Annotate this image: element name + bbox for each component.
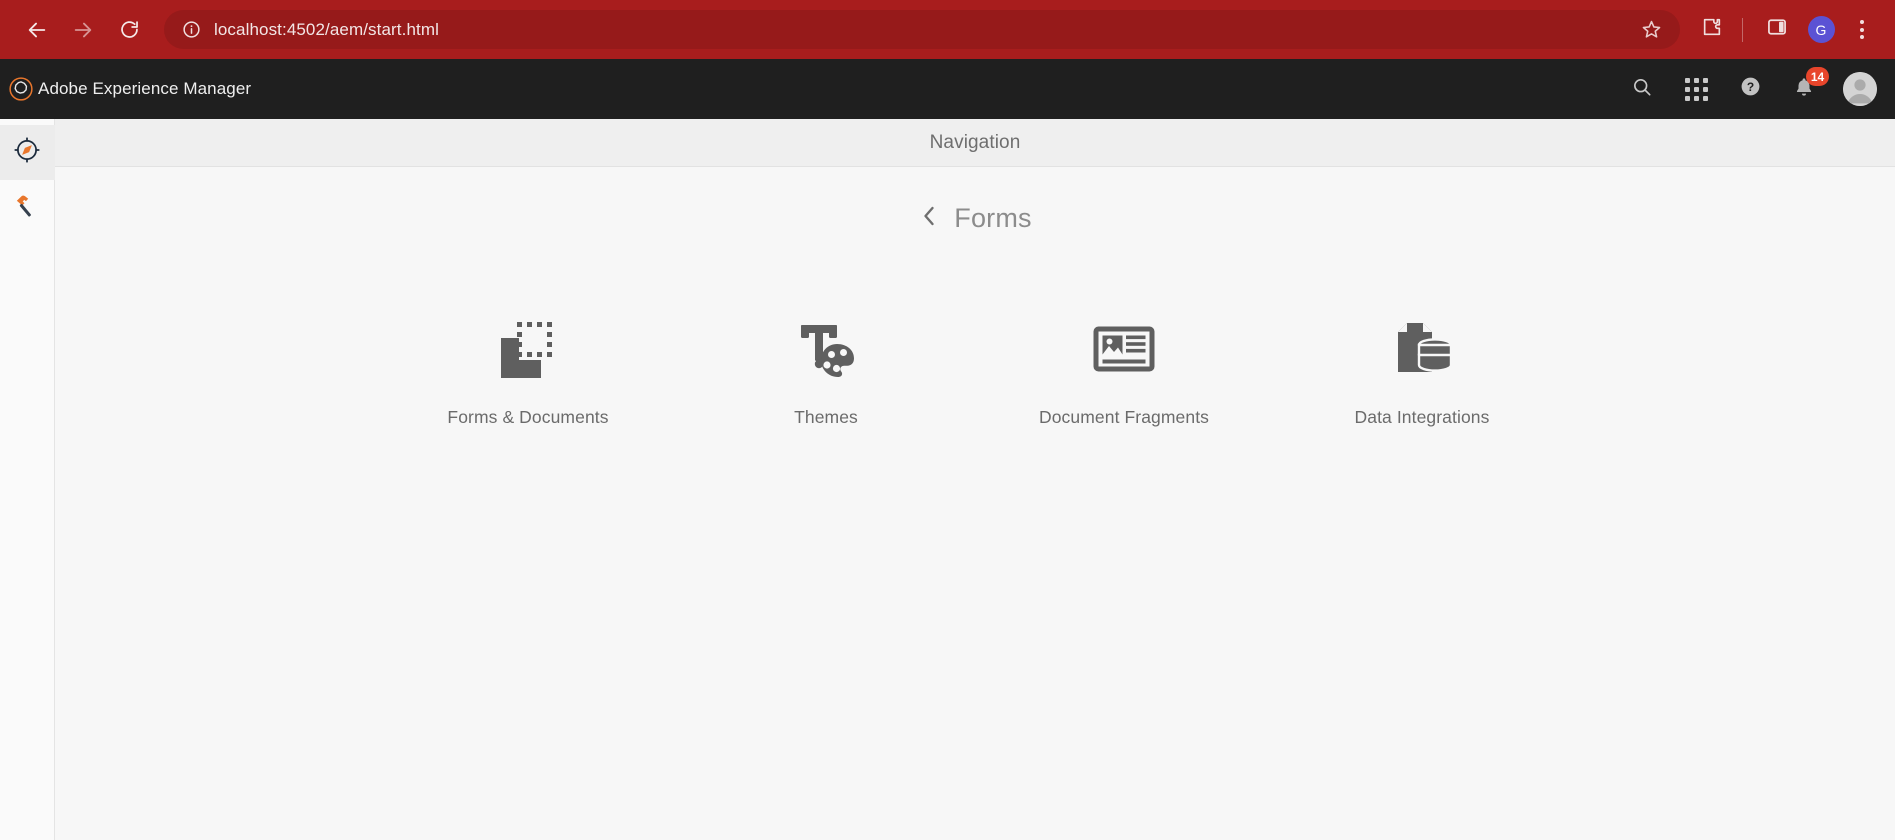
main-pane: Navigation Forms Forms & Documents Theme… (55, 119, 1895, 840)
page-title-bar: Navigation (55, 119, 1895, 167)
tile-label: Data Integrations (1354, 407, 1490, 427)
chrome-menu-button[interactable] (1843, 10, 1881, 50)
address-bar[interactable]: localhost:4502/aem/start.html (164, 10, 1680, 49)
page-title: Navigation (929, 131, 1021, 153)
tile-data-integrations[interactable]: Data Integrations (1273, 307, 1571, 434)
forward-button[interactable] (60, 7, 106, 53)
themes-icon (793, 313, 859, 385)
search-icon (1631, 76, 1653, 103)
aem-header-actions: ? 14 (1627, 67, 1877, 106)
aem-brand-text: Adobe Experience Manager (38, 79, 252, 98)
kebab-dot (1860, 27, 1864, 32)
reload-button[interactable] (106, 7, 152, 53)
user-avatar[interactable] (1843, 72, 1877, 106)
extensions-puzzle-icon (1701, 16, 1723, 43)
adobe-experience-manager-logo-icon (6, 74, 36, 104)
chevron-left-icon (921, 205, 937, 232)
rail-item-tools[interactable] (0, 180, 55, 235)
solutions-button[interactable] (1681, 74, 1711, 104)
tile-label: Themes (794, 407, 858, 427)
aem-header: Adobe Experience Manager ? 14 (0, 59, 1895, 119)
toolbar-divider (1742, 17, 1743, 42)
tools-hammer-icon (13, 191, 41, 224)
svg-text:?: ? (1746, 80, 1753, 94)
reload-icon (119, 19, 140, 40)
help-icon: ? (1739, 75, 1762, 103)
kebab-dot (1860, 20, 1864, 24)
solutions-grid-icon (1684, 77, 1708, 101)
rail-item-navigation[interactable] (0, 125, 55, 180)
tile-label: Forms & Documents (447, 407, 609, 427)
notifications-button[interactable]: 14 (1789, 67, 1829, 104)
navigation-compass-icon (13, 136, 41, 169)
tile-label: Document Fragments (1038, 407, 1210, 427)
aem-brand-link[interactable]: Adobe Experience Manager (6, 74, 251, 104)
kebab-dot (1860, 35, 1864, 39)
side-panel-icon (1766, 16, 1788, 43)
side-panel-button[interactable] (1757, 10, 1797, 50)
profile-avatar: G (1807, 16, 1835, 43)
chrome-profile-button[interactable]: G (1801, 10, 1841, 50)
url-text[interactable]: localhost:4502/aem/start.html (214, 20, 439, 40)
back-arrow-icon (26, 19, 48, 41)
forms-and-documents-icon (495, 313, 561, 385)
extensions-button[interactable] (1692, 10, 1732, 50)
app-body: Navigation Forms Forms & Documents Theme… (0, 119, 1895, 840)
notification-badge: 14 (1806, 67, 1829, 86)
bookmark-star-icon[interactable] (1636, 15, 1666, 45)
breadcrumb-label[interactable]: Forms (954, 203, 1032, 234)
back-button[interactable] (14, 7, 60, 53)
site-info-icon[interactable] (178, 17, 204, 43)
breadcrumb: Forms (55, 167, 1895, 269)
data-integrations-icon (1389, 313, 1455, 385)
forward-arrow-icon (72, 19, 94, 41)
breadcrumb-back-button[interactable] (918, 205, 940, 231)
browser-toolbar: localhost:4502/aem/start.html G (0, 0, 1895, 59)
tile-themes[interactable]: Themes (677, 307, 975, 434)
left-rail (0, 119, 55, 840)
tile-forms-and-documents[interactable]: Forms & Documents (379, 307, 677, 434)
tile-document-fragments[interactable]: Document Fragments (975, 307, 1273, 434)
document-fragments-icon (1091, 313, 1157, 385)
help-button[interactable]: ? (1735, 74, 1765, 104)
navigation-tile-grid: Forms & Documents Themes Document Fragme… (55, 269, 1895, 840)
search-button[interactable] (1627, 74, 1657, 104)
